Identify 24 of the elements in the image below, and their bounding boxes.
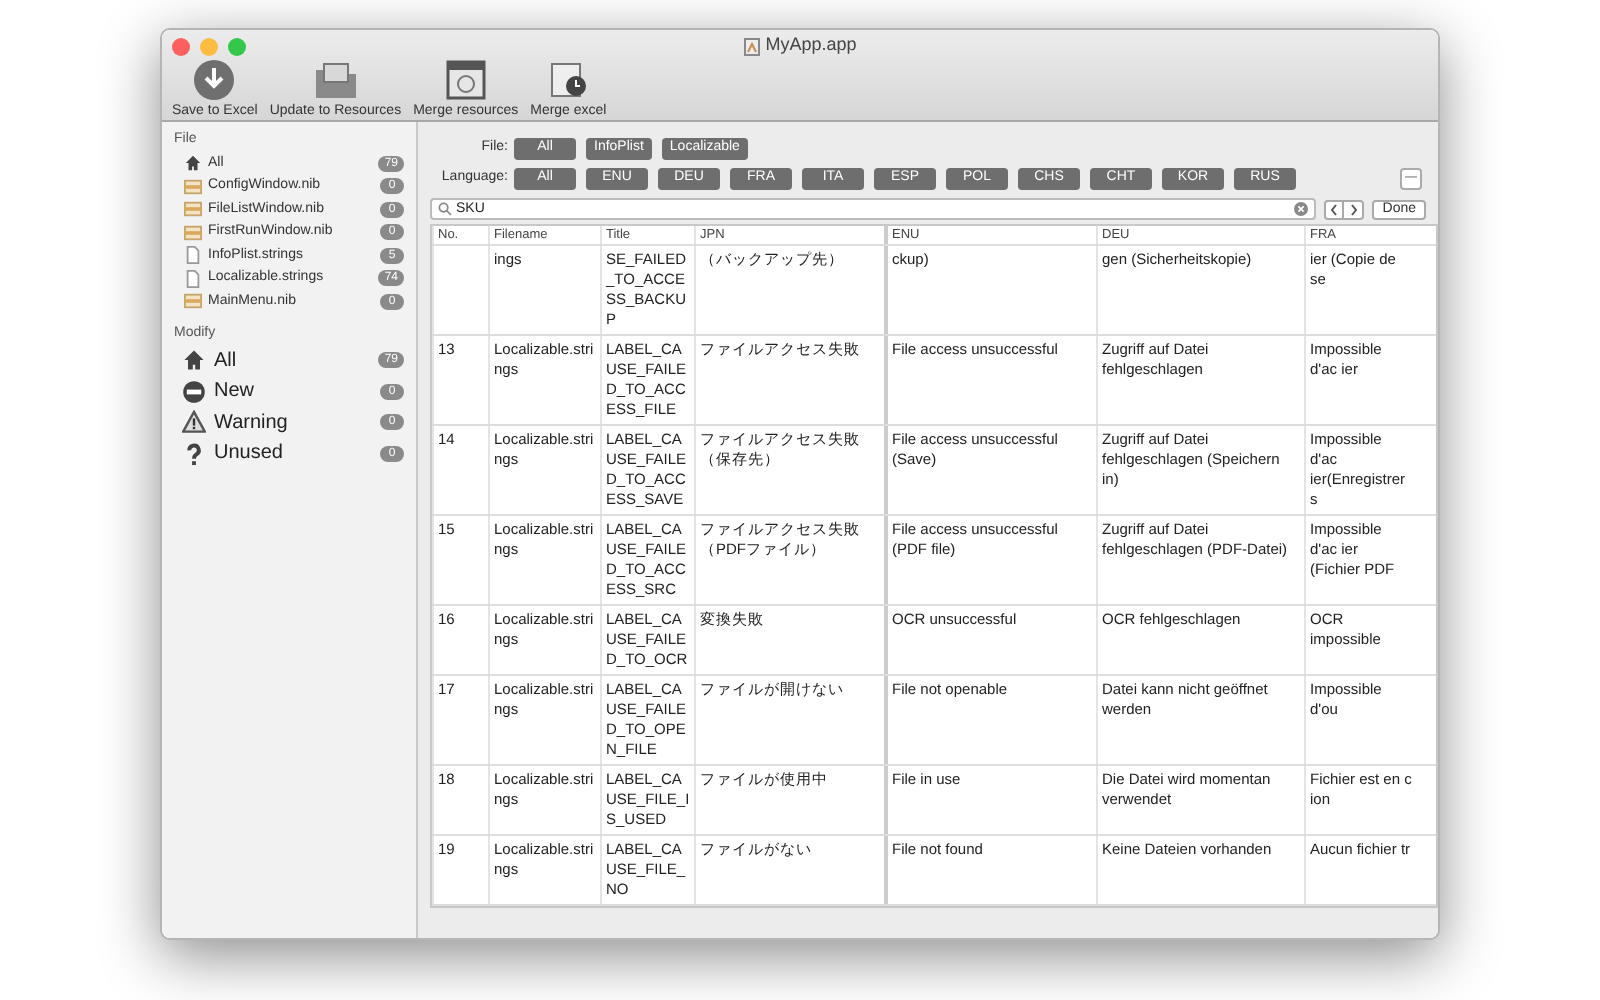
home-icon <box>182 348 206 373</box>
sidebar-item[interactable]: Unused <box>214 438 380 469</box>
window-title: MyApp.app <box>765 32 857 59</box>
zoom-button[interactable] <box>228 37 246 55</box>
nib-file-icon <box>184 292 202 311</box>
warning-icon <box>182 410 206 435</box>
download-icon <box>192 58 237 102</box>
chevron-left-icon <box>1330 203 1339 215</box>
question-mark-icon <box>182 441 206 466</box>
sidebar-item[interactable]: New <box>214 376 380 407</box>
chevron-right-icon <box>1349 203 1358 215</box>
home-icon <box>184 154 202 173</box>
sidebar-item[interactable]: Warning <box>214 407 380 438</box>
previous-button[interactable] <box>1324 199 1345 219</box>
next-button[interactable] <box>1344 199 1365 219</box>
sidebar-item[interactable]: All <box>214 345 379 376</box>
document-clock-icon <box>546 58 591 102</box>
folder-icon <box>311 58 360 102</box>
close-button[interactable] <box>172 37 190 55</box>
minus-circle-icon <box>182 379 206 404</box>
search-icon <box>438 202 452 216</box>
window-icon <box>443 58 488 102</box>
app-icon <box>743 37 760 55</box>
clear-icon[interactable] <box>1294 202 1309 216</box>
